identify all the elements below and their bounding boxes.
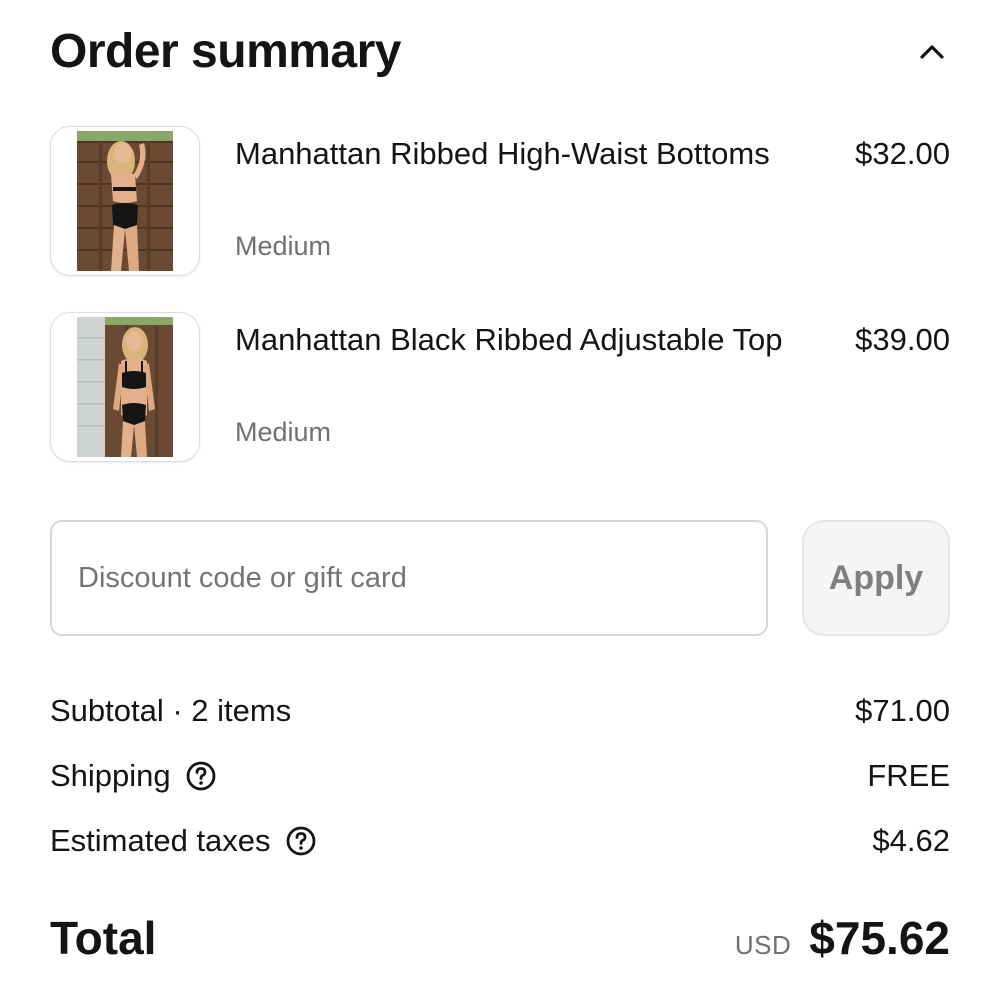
chevron-up-icon[interactable] <box>914 34 950 70</box>
shipping-value: FREE <box>867 758 950 793</box>
product-photo-bottoms-icon <box>77 131 173 271</box>
total-amount-group: USD $75.62 <box>735 906 950 970</box>
discount-code-input[interactable] <box>50 520 768 636</box>
item-variant: Medium <box>235 231 332 261</box>
order-summary-panel: Order summary Manhattan Ribbed High-Wais… <box>50 0 950 1000</box>
product-image <box>50 312 200 462</box>
taxes-row: Estimated taxes $4.62 <box>50 818 950 864</box>
subtotal-label: Subtotal · 2 items <box>50 693 292 728</box>
subtotal-row: Subtotal · 2 items $71.00 <box>50 688 950 734</box>
item-name: Manhattan Ribbed High-Waist Bottoms <box>235 136 770 171</box>
total-amount: $75.62 <box>809 912 950 964</box>
shipping-label: Shipping <box>50 758 171 793</box>
item-price: $39.00 <box>855 322 950 357</box>
total-currency: USD <box>734 930 792 960</box>
taxes-label: Estimated taxes <box>50 823 271 858</box>
question-circle-icon[interactable] <box>285 825 317 857</box>
item-variant: Medium <box>235 417 332 447</box>
apply-button[interactable]: Apply <box>802 520 950 636</box>
subtotal-value: $71.00 <box>855 693 950 728</box>
line-item: Manhattan Ribbed High-Waist Bottoms Medi… <box>50 126 950 276</box>
item-price: $32.00 <box>855 136 950 171</box>
total-row: Total USD $75.62 <box>50 906 950 970</box>
taxes-label-group: Estimated taxes <box>50 818 317 864</box>
question-circle-icon[interactable] <box>185 760 217 792</box>
page-title: Order summary <box>50 25 402 78</box>
product-image <box>50 126 200 276</box>
total-label: Total <box>50 912 157 964</box>
order-summary-header[interactable]: Order summary <box>50 20 950 84</box>
taxes-value: $4.62 <box>872 823 950 858</box>
product-photo-top-icon <box>77 317 173 457</box>
line-item: Manhattan Black Ribbed Adjustable Top Me… <box>50 312 950 462</box>
shipping-label-group: Shipping <box>50 753 217 799</box>
item-name: Manhattan Black Ribbed Adjustable Top <box>235 322 783 357</box>
shipping-row: Shipping FREE <box>50 753 950 799</box>
